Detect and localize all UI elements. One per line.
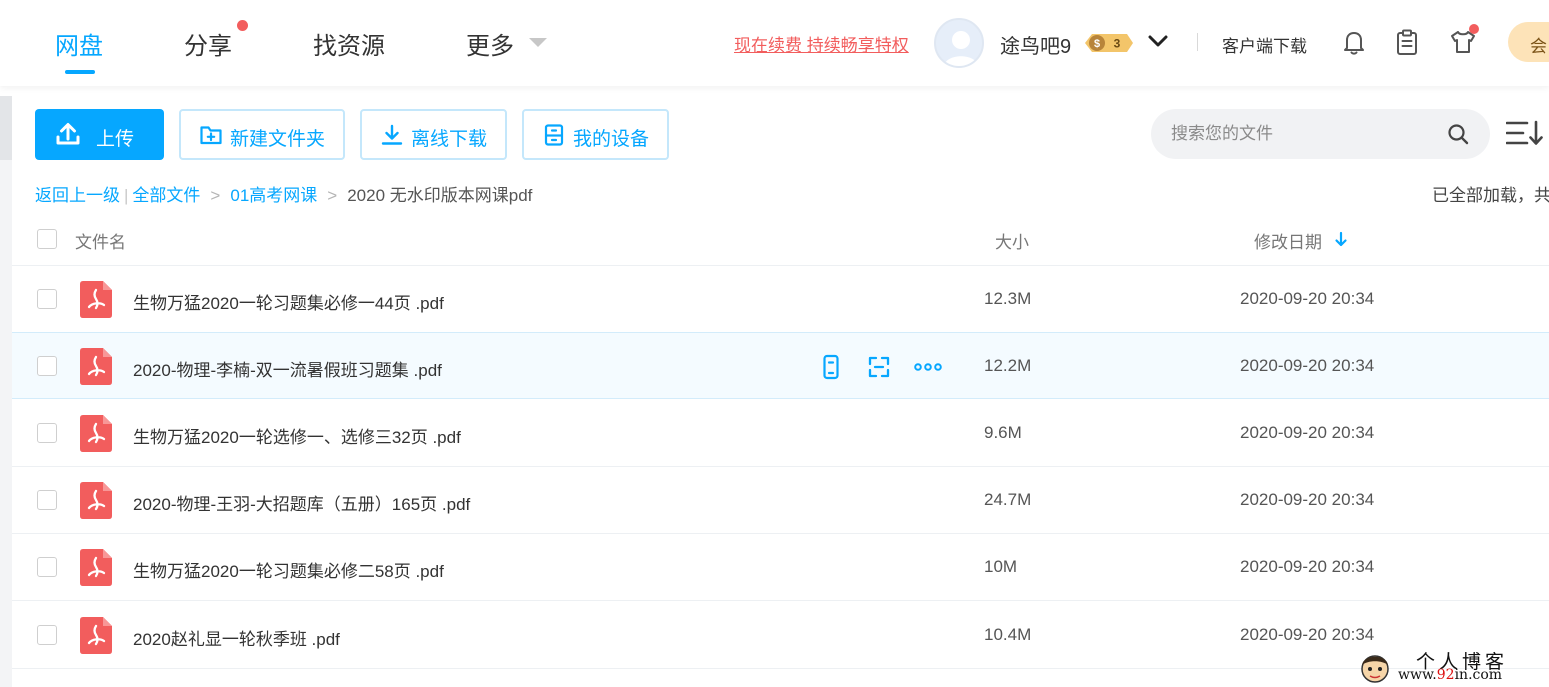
folder-plus-icon (199, 123, 223, 147)
my-devices-button[interactable]: 我的设备 (522, 109, 669, 160)
file-date: 2020-09-20 20:34 (1240, 356, 1375, 375)
file-name[interactable]: 2020-物理-王羽-大招题库（五册）165页 .pdf (133, 490, 470, 515)
top-navigation-bar: 网盘 分享 找资源 更多 现在续费 持续畅享特权 途鸟吧9 $ 3 客户端下载 … (0, 0, 1549, 86)
breadcrumb-separator: > (210, 186, 221, 205)
select-all-checkbox[interactable] (37, 229, 57, 249)
table-row[interactable]: 2020-物理-李楠-双一流暑假班习题集 .pdf 12.2M 2020-09-… (12, 332, 1549, 399)
pdf-file-icon (80, 549, 112, 586)
column-header-name[interactable]: 文件名 (75, 228, 126, 253)
file-date: 2020-09-20 20:34 (1240, 490, 1375, 509)
svg-text:3: 3 (1114, 37, 1121, 51)
phone-icon[interactable] (818, 354, 844, 380)
back-link[interactable]: 返回上一级 (35, 186, 120, 205)
breadcrumb: 返回上一级 | 全部文件 >01高考网课 >2020 无水印版本网课pdf (35, 181, 532, 206)
row-checkbox[interactable] (37, 356, 57, 376)
watermark-url-highlight: 92 (1436, 667, 1455, 683)
search-box (1151, 109, 1490, 159)
sidebar-active-marker (0, 96, 12, 160)
renew-promo-link[interactable]: 现在续费 持续畅享特权 (734, 31, 909, 56)
more-icon[interactable] (914, 354, 942, 380)
blog-watermark: 个人博客 www.92in.com (1350, 645, 1549, 687)
new-folder-label: 新建文件夹 (230, 129, 326, 150)
file-date: 2020-09-20 20:34 (1240, 423, 1375, 442)
shirt-notification-dot (1469, 24, 1479, 34)
bell-icon[interactable] (1340, 28, 1368, 56)
upload-label: 上传 (96, 129, 135, 150)
file-size: 12.2M (984, 356, 1032, 375)
row-checkbox[interactable] (37, 423, 57, 443)
upload-icon (55, 122, 81, 146)
file-name[interactable]: 2020-物理-李楠-双一流暑假班习题集 .pdf (133, 356, 442, 381)
member-button[interactable]: 会 (1508, 22, 1549, 62)
tab-share[interactable]: 分享 (184, 26, 232, 61)
pdf-file-icon (80, 482, 112, 519)
left-sidebar-strip (0, 96, 12, 687)
username[interactable]: 途鸟吧9 (1000, 30, 1071, 59)
upload-button[interactable]: 上传 (35, 109, 164, 160)
watermark-url-prefix: www. (1398, 667, 1437, 683)
row-checkbox[interactable] (37, 289, 57, 309)
breadcrumb-divider: | (124, 186, 129, 205)
breadcrumb-current: 2020 无水印版本网课pdf (347, 186, 533, 205)
pdf-file-icon (80, 617, 112, 654)
file-date: 2020-09-20 20:34 (1240, 289, 1375, 308)
tab-more[interactable]: 更多 (466, 26, 514, 61)
tab-find-resources[interactable]: 找资源 (313, 26, 385, 61)
mascot-icon (1358, 651, 1392, 685)
watermark-url-suffix: in.com (1454, 667, 1503, 683)
vip-level-badge: $ 3 (1083, 32, 1133, 54)
file-size: 9.6M (984, 423, 1022, 442)
client-download-link[interactable]: 客户端下载 (1222, 32, 1307, 57)
pdf-file-icon (80, 415, 112, 452)
breadcrumb-separator: > (327, 186, 338, 205)
column-header-date[interactable]: 修改日期 (1254, 228, 1322, 253)
chevron-down-icon[interactable] (529, 38, 547, 47)
table-row[interactable]: 生物万猛2020一轮选修一、选修三32页 .pdf 9.6M 2020-09-2… (12, 400, 1549, 467)
file-date: 2020-09-20 20:34 (1240, 625, 1375, 644)
row-checkbox[interactable] (37, 625, 57, 645)
breadcrumb-all-files[interactable]: 全部文件 (132, 186, 200, 205)
pdf-file-icon (80, 281, 112, 318)
new-folder-button[interactable]: 新建文件夹 (179, 109, 345, 160)
user-menu-chevron-icon[interactable] (1148, 32, 1168, 50)
file-size: 10.4M (984, 625, 1032, 644)
my-devices-label: 我的设备 (573, 129, 650, 150)
offline-download-button[interactable]: 离线下载 (360, 109, 507, 160)
file-size: 10M (984, 557, 1018, 576)
share-notification-dot (237, 20, 248, 31)
offline-download-label: 离线下载 (411, 129, 488, 150)
download-icon (380, 123, 404, 147)
column-header-size[interactable]: 大小 (995, 228, 1029, 253)
svg-text:$: $ (1094, 38, 1100, 50)
file-size: 24.7M (984, 490, 1032, 509)
tab-netdisk[interactable]: 网盘 (55, 26, 103, 61)
file-name[interactable]: 2020赵礼显一轮秋季班 .pdf (133, 625, 340, 650)
share-icon[interactable] (866, 354, 892, 380)
table-row[interactable]: 生物万猛2020一轮习题集必修一44页 .pdf 12.3M 2020-09-2… (12, 266, 1549, 333)
row-checkbox[interactable] (37, 557, 57, 577)
divider (1197, 33, 1198, 51)
breadcrumb-folder[interactable]: 01高考网课 (230, 186, 317, 205)
table-row[interactable]: 2020-物理-王羽-大招题库（五册）165页 .pdf 24.7M 2020-… (12, 467, 1549, 534)
file-name[interactable]: 生物万猛2020一轮选修一、选修三32页 .pdf (133, 423, 461, 448)
search-input[interactable] (1171, 119, 1431, 149)
sort-menu-icon[interactable] (1505, 118, 1544, 148)
clipboard-icon[interactable] (1393, 28, 1421, 56)
avatar[interactable] (934, 18, 984, 68)
file-date: 2020-09-20 20:34 (1240, 557, 1375, 576)
sort-desc-arrow-icon[interactable] (1334, 231, 1348, 247)
file-size: 12.3M (984, 289, 1032, 308)
table-row[interactable]: 2020赵礼显一轮秋季班 .pdf 10.4M 2020-09-20 20:34 (12, 602, 1549, 669)
row-checkbox[interactable] (37, 490, 57, 510)
file-name[interactable]: 生物万猛2020一轮习题集必修一44页 .pdf (133, 289, 444, 314)
search-icon[interactable] (1447, 123, 1469, 145)
load-status-text: 已全部加载，共 (1432, 186, 1549, 205)
pdf-file-icon (80, 348, 112, 385)
file-name[interactable]: 生物万猛2020一轮习题集必修二58页 .pdf (133, 557, 444, 582)
device-icon (542, 123, 566, 147)
table-row[interactable]: 生物万猛2020一轮习题集必修二58页 .pdf 10M 2020-09-20 … (12, 534, 1549, 601)
watermark-url: www.92in.com (1398, 667, 1502, 683)
active-tab-underline (65, 70, 95, 74)
